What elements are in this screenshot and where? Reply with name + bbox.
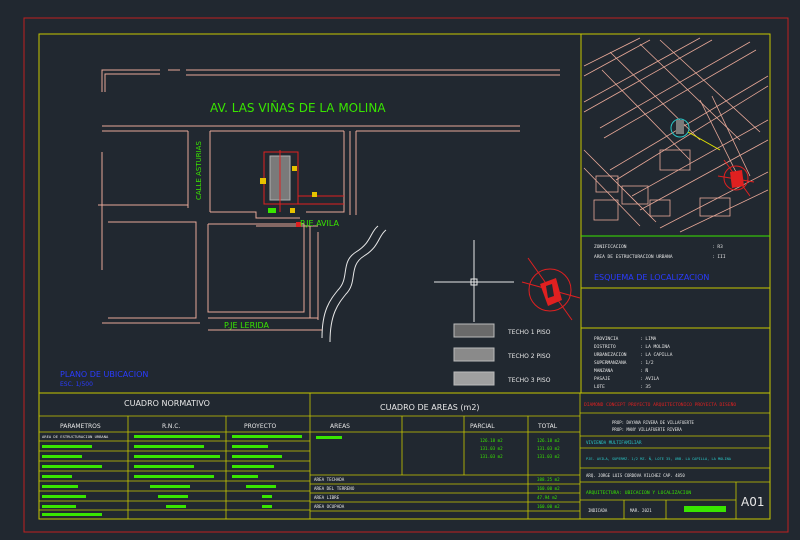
column-header: AREAS	[330, 423, 350, 430]
legend-label: TECHO 1 PISO	[507, 329, 551, 336]
data-value: : LA MOLINA	[640, 344, 670, 350]
location-value: : R3	[712, 244, 723, 250]
sheet-number: A01	[741, 495, 764, 509]
river-lines	[321, 225, 387, 343]
lot-marker	[260, 178, 266, 184]
column-header: PARAMETROS	[60, 423, 101, 430]
owner-line: PROP: DAYANA RIVERA DE VILLAFUERTE	[612, 420, 694, 425]
summary-label: AREA OCUPADA	[314, 504, 345, 509]
summary-value: 388.25 m2	[537, 477, 560, 482]
street-label-avila: P.JE AVILA	[300, 219, 340, 228]
site-data-panel: PROVINCIA : LIMA DISTRITO : LA MOLINA UR…	[594, 336, 673, 390]
data-label: LOTE	[594, 384, 605, 390]
location-panel: ZONIFICACION : R3 AREA DE ESTRUCTURACION…	[581, 244, 770, 329]
crosshair	[434, 240, 514, 322]
legend: TECHO 1 PISO TECHO 2 PISO TECHO 3 PISO	[453, 323, 551, 386]
data-value: : 1/2	[640, 360, 654, 366]
lot-marker	[292, 166, 297, 171]
drawing-scale: INDICADA	[588, 508, 608, 513]
street-line	[101, 69, 160, 92]
street-label-asturias: CALLE ASTURIAS	[195, 141, 203, 200]
data-value: : 35	[640, 384, 651, 390]
data-label: SUPERMANZANA	[594, 360, 627, 366]
summary-value: 160.00 m2	[537, 504, 560, 509]
data-label: PASAJE	[594, 376, 611, 382]
summary-label: AREA TECHADA	[314, 477, 345, 482]
column-header: PARCIAL	[470, 423, 495, 430]
summary-value: 160.00 m2	[537, 486, 560, 491]
street-line	[104, 73, 160, 92]
block-outline	[210, 211, 300, 219]
title-block-header: DIAMOND CONCEPT PROYECTO ARQUITECTONICO …	[584, 401, 736, 408]
table-cell: 131.03 m2	[537, 446, 560, 451]
table-cell: 131.03 m2	[537, 454, 560, 459]
drawing-code-bar	[684, 506, 726, 512]
legend-swatch	[453, 371, 495, 386]
cad-drawing: AV. LAS VIÑAS DE LA MOLINA CALLE ASTURIA…	[23, 17, 789, 533]
data-label: DISTRITO	[594, 344, 616, 350]
owner-line: PROP: MANY VILLAFUERTE RIVERA	[612, 427, 682, 432]
legend-label: TECHO 2 PISO	[507, 353, 551, 360]
drawing-date: MAR. 2021	[630, 508, 652, 513]
location-value: : III	[712, 254, 726, 260]
normativo-fill-bars	[42, 435, 302, 516]
drawing-title: ARQUITECTURA: UBICACION Y LOCALIZACION	[586, 490, 691, 496]
legend-swatch	[453, 347, 495, 362]
location-label: AREA DE ESTRUCTURACION URBANA	[594, 254, 673, 260]
north-arrow	[521, 257, 581, 321]
summary-value: 47.94 m2	[537, 495, 558, 500]
data-value: : AVILA	[640, 376, 659, 382]
data-value: : LIMA	[640, 336, 657, 342]
summary-label: AREA DEL TERRENO	[314, 486, 355, 491]
lot-marker	[268, 208, 276, 213]
table-cell: AREA DE ESTRUCTURACION URBANA	[42, 434, 109, 439]
data-label: PROVINCIA	[594, 336, 619, 342]
table-cell: 126.18 m2	[537, 438, 560, 443]
lot-marker	[312, 192, 317, 197]
block-outline	[108, 221, 197, 319]
summary-label: AREA LIBRE	[314, 495, 340, 500]
block-outline	[207, 223, 305, 313]
highlighted-lot	[260, 150, 344, 227]
data-value: : Ñ	[640, 367, 648, 374]
location-map	[581, 37, 770, 237]
table-cell: 131.03 m2	[480, 454, 503, 459]
column-header: PROYECTO	[244, 423, 276, 430]
block-outline	[306, 131, 345, 213]
location-title: ESQUEMA DE LOCALIZACION	[594, 273, 709, 282]
location-label: ZONIFICACION	[594, 244, 627, 250]
cuadro-areas-title: CUADRO DE AREAS (m2)	[380, 403, 480, 412]
project-type: VIVIENDA MULTIFAMILIAR	[586, 440, 642, 445]
street-label-lerida: P.JE LERIDA	[224, 321, 270, 330]
cuadro-normativo-title: CUADRO NORMATIVO	[124, 399, 210, 408]
table-cell: 131.03 m2	[480, 446, 503, 451]
column-header: R.N.C.	[162, 423, 180, 430]
data-label: MANZANA	[594, 368, 613, 374]
plan-title: PLANO DE UBICACION	[60, 370, 148, 379]
architect-name: ARQ. JORGE LUIS CORDOVA VILCHEZ CAP. 485…	[586, 473, 685, 478]
avenue-label: AV. LAS VIÑAS DE LA MOLINA	[210, 100, 386, 115]
table-cell: 126.18 m2	[480, 438, 503, 443]
data-label: URBANIZACION	[594, 352, 627, 358]
data-value: : LA CAPILLA	[640, 352, 673, 358]
plan-scale: ESC. 1/500	[60, 381, 93, 388]
legend-swatch	[453, 323, 495, 338]
project-address: PJE. AVILA, SUPERMZ. 1/2 MZ. Ñ, LOTE 35,…	[586, 456, 732, 461]
column-header: TOTAL	[537, 423, 558, 430]
legend-label: TECHO 3 PISO	[507, 377, 551, 384]
areas-fill-bars	[316, 436, 342, 439]
lot-marker	[290, 208, 295, 213]
